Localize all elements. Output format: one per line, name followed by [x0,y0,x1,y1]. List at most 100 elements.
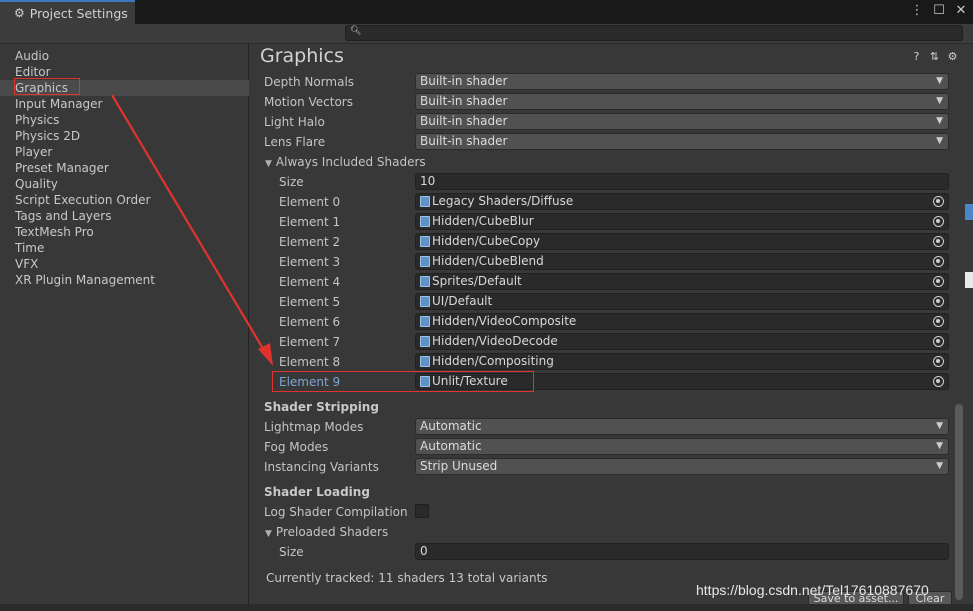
element-6-field[interactable]: Hidden/VideoComposite [415,313,949,330]
always-included-foldout[interactable]: ▼ Always Included Shaders [265,154,426,172]
sidebar-item-script-execution-order[interactable]: Script Execution Order [0,192,249,208]
light-halo-label: Light Halo [264,115,325,129]
size-input[interactable]: 10 [415,173,949,190]
object-picker-icon[interactable] [933,356,944,367]
depth-normals-dropdown[interactable]: Built-in shader ▼ [415,73,949,90]
shader-icon [420,336,430,347]
panel-header-icons: ? ⇅ ⚙ [911,50,958,63]
sidebar-item-xr-plugin-management[interactable]: XR Plugin Management [0,272,249,288]
element-4-value: Sprites/Default [432,274,522,288]
object-picker-icon[interactable] [933,256,944,267]
preloaded-shaders-label: Preloaded Shaders [275,525,389,539]
element-2-field[interactable]: Hidden/CubeCopy [415,233,949,250]
preloaded-size-label: Size [279,545,304,559]
shader-stripping-heading: Shader Stripping [264,400,379,414]
depth-normals-label: Depth Normals [264,75,355,89]
sidebar-item-physics-2d[interactable]: Physics 2D [0,128,249,144]
object-picker-icon[interactable] [933,376,944,387]
window-title: Project Settings [29,5,128,21]
fog-modes-value: Automatic [420,439,482,453]
close-icon[interactable]: ✕ [953,3,969,18]
search-input[interactable]: 🔍︎ [345,25,963,41]
annotation-box-graphics [14,78,80,95]
element-5-field[interactable]: UI/Default [415,293,949,310]
object-picker-icon[interactable] [933,296,944,307]
motion-vectors-dropdown[interactable]: Built-in shader ▼ [415,93,949,110]
sidebar-item-input-manager[interactable]: Input Manager [0,96,249,112]
size-label: Size [279,175,304,189]
shader-icon [420,256,430,267]
element-7-label: Element 7 [279,335,341,349]
chevron-down-icon: ▼ [936,96,943,106]
preloaded-shaders-foldout[interactable]: ▼ Preloaded Shaders [265,524,388,542]
shader-icon [420,276,430,287]
page-title: Graphics [260,45,344,67]
sidebar-item-tags-and-layers[interactable]: Tags and Layers [0,208,249,224]
watermark: https://blog.csdn.net/Tel17610887670 [696,582,929,598]
chevron-down-icon: ▼ [936,441,943,451]
instancing-variants-label: Instancing Variants [264,460,379,474]
element-6-value: Hidden/VideoComposite [432,314,577,328]
lightmap-modes-dropdown[interactable]: Automatic ▼ [415,418,949,435]
right-edge-accent [965,204,973,220]
preloaded-size-input[interactable]: 0 [415,543,949,560]
fog-modes-dropdown[interactable]: Automatic ▼ [415,438,949,455]
sidebar-item-physics[interactable]: Physics [0,112,249,128]
lightmap-modes-value: Automatic [420,419,482,433]
more-options-icon[interactable]: ⋮ [909,3,925,18]
preset-icon[interactable]: ⇅ [929,50,940,63]
element-4-field[interactable]: Sprites/Default [415,273,949,290]
sidebar-item-quality[interactable]: Quality [0,176,249,192]
shader-icon [420,316,430,327]
element-1-field[interactable]: Hidden/CubeBlur [415,213,949,230]
vertical-scrollbar[interactable] [955,404,963,600]
annotation-box-element-9 [272,371,534,392]
sidebar-item-audio[interactable]: Audio [0,48,249,64]
log-shader-compilation-label: Log Shader Compilation [264,505,408,519]
foldout-open-icon: ▼ [265,159,272,169]
bottom-edge [0,604,973,611]
foldout-open-icon: ▼ [265,529,272,539]
depth-normals-value: Built-in shader [420,74,508,88]
element-3-label: Element 3 [279,255,341,269]
object-picker-icon[interactable] [933,336,944,347]
title-bar: ⚙ Project Settings ⋮ ☐ ✕ [0,0,973,24]
element-7-field[interactable]: Hidden/VideoDecode [415,333,949,350]
object-picker-icon[interactable] [933,236,944,247]
shader-icon [420,236,430,247]
element-8-value: Hidden/Compositing [432,354,554,368]
motion-vectors-label: Motion Vectors [264,95,353,109]
tracked-status-text: Currently tracked: 11 shaders 13 total v… [266,571,548,585]
lens-flare-dropdown[interactable]: Built-in shader ▼ [415,133,949,150]
object-picker-icon[interactable] [933,316,944,327]
window-tab[interactable]: ⚙ Project Settings [0,0,135,24]
light-halo-dropdown[interactable]: Built-in shader ▼ [415,113,949,130]
gear-icon: ⚙ [14,6,25,20]
element-0-field[interactable]: Legacy Shaders/Diffuse [415,193,949,210]
element-3-value: Hidden/CubeBlend [432,254,544,268]
log-shader-compilation-checkbox[interactable] [415,504,429,518]
shader-icon [420,296,430,307]
element-3-field[interactable]: Hidden/CubeBlend [415,253,949,270]
sidebar-item-player[interactable]: Player [0,144,249,160]
right-edge-accent-light [965,272,973,288]
object-picker-icon[interactable] [933,196,944,207]
sidebar-item-textmesh-pro[interactable]: TextMesh Pro [0,224,249,240]
object-picker-icon[interactable] [933,276,944,287]
search-row: 🔍︎ [0,24,973,44]
search-icon: 🔍︎ [350,26,362,36]
sidebar-item-time[interactable]: Time [0,240,249,256]
settings-gear-icon[interactable]: ⚙ [947,50,958,63]
element-2-label: Element 2 [279,235,341,249]
element-8-label: Element 8 [279,355,341,369]
sidebar-item-preset-manager[interactable]: Preset Manager [0,160,249,176]
instancing-variants-value: Strip Unused [420,459,498,473]
maximize-icon[interactable]: ☐ [931,3,947,18]
sidebar-item-vfx[interactable]: VFX [0,256,249,272]
settings-sidebar: Audio Editor Graphics Input Manager Phys… [0,44,249,604]
element-8-field[interactable]: Hidden/Compositing [415,353,949,370]
shader-loading-heading: Shader Loading [264,485,370,499]
instancing-variants-dropdown[interactable]: Strip Unused ▼ [415,458,949,475]
help-icon[interactable]: ? [911,50,922,63]
object-picker-icon[interactable] [933,216,944,227]
